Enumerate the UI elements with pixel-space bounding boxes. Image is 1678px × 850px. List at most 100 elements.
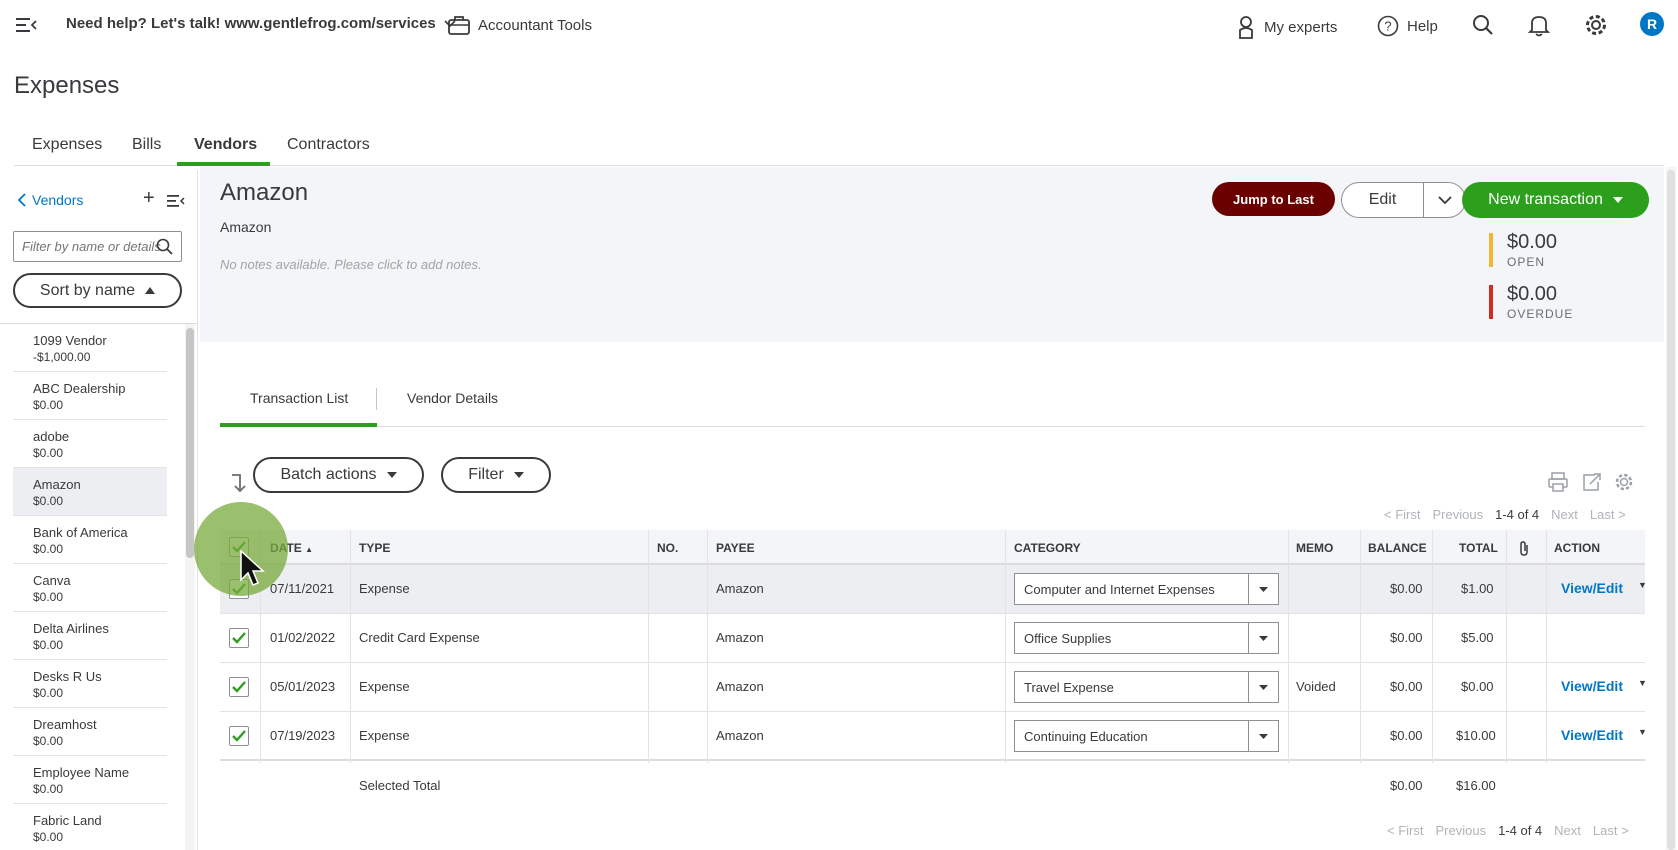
- export-icon[interactable]: [1582, 472, 1602, 495]
- edit-button[interactable]: Edit: [1341, 182, 1423, 218]
- col-payee-header[interactable]: PAYEE: [716, 541, 755, 555]
- vendor-name: Delta Airlines: [33, 621, 109, 636]
- vendor-notes[interactable]: No notes available. Please click to add …: [220, 257, 482, 272]
- tab-vendor-details[interactable]: Vendor Details: [407, 390, 498, 406]
- view-edit-link[interactable]: View/Edit: [1561, 678, 1623, 694]
- view-edit-link[interactable]: View/Edit: [1561, 580, 1623, 596]
- vendor-list-item[interactable]: ABC Dealership $0.00: [13, 372, 167, 420]
- help-company-dropdown[interactable]: Need help? Let's talk! www.gentlefrog.co…: [66, 15, 456, 32]
- vendor-sidebar: Vendors + Sort by name 1099 Vendor -$1,00…: [0, 170, 198, 850]
- vendor-balance: $0.00: [33, 494, 64, 508]
- help-button[interactable]: ? Help: [1377, 15, 1438, 37]
- menu-collapse-icon[interactable]: [16, 16, 38, 34]
- tab-contractors[interactable]: Contractors: [285, 136, 372, 167]
- pager-next[interactable]: Next: [1551, 507, 1578, 522]
- vendor-balance: $0.00: [33, 398, 64, 412]
- pager-last[interactable]: Last >: [1590, 507, 1626, 522]
- row-checkbox[interactable]: [229, 677, 249, 697]
- vendor-name: adobe: [33, 429, 70, 444]
- open-label: OPEN: [1507, 255, 1546, 269]
- jump-to-last-button[interactable]: Jump to Last: [1212, 182, 1335, 216]
- col-memo-header[interactable]: MEMO: [1296, 541, 1333, 555]
- vendor-list-item[interactable]: Employee Name $0.00: [13, 756, 167, 804]
- add-vendor-icon[interactable]: +: [143, 187, 155, 210]
- new-transaction-label: New transaction: [1488, 191, 1603, 208]
- pager-range: 1-4 of 4: [1498, 823, 1543, 838]
- vendor-list-item-selected[interactable]: Amazon $0.00: [13, 468, 167, 516]
- vendor-list-item[interactable]: 1099 Vendor -$1,000.00: [13, 324, 167, 372]
- column-separator: [350, 530, 351, 763]
- row-checkbox[interactable]: [229, 726, 249, 746]
- filter-button[interactable]: Filter: [441, 457, 551, 493]
- expand-arrow-icon[interactable]: [230, 473, 246, 496]
- print-icon[interactable]: [1548, 472, 1568, 495]
- category-value: Office Supplies: [1024, 631, 1112, 646]
- search-icon[interactable]: [1472, 14, 1494, 36]
- vendor-list-item[interactable]: adobe $0.00: [13, 420, 167, 468]
- list-options-icon[interactable]: [167, 194, 185, 211]
- vendor-balance: $0.00: [33, 638, 64, 652]
- vendor-balance: $0.00: [33, 590, 64, 604]
- vendor-balance: -$1,000.00: [33, 350, 91, 364]
- vendor-list-item[interactable]: Bank of America $0.00: [13, 516, 167, 564]
- row-checkbox[interactable]: [229, 628, 249, 648]
- row-action-caret-icon[interactable]: ▼: [1638, 727, 1647, 737]
- accountant-tools-button[interactable]: Accountant Tools: [448, 15, 592, 35]
- row-action-caret-icon[interactable]: ▼: [1638, 580, 1647, 590]
- back-label: Vendors: [32, 192, 84, 208]
- cell-balance: $0.00: [1390, 581, 1423, 596]
- tab-bills[interactable]: Bills: [130, 136, 163, 167]
- col-no-header[interactable]: NO.: [657, 541, 678, 555]
- pager-next[interactable]: Next: [1554, 823, 1581, 838]
- vendor-list-item[interactable]: Delta Airlines $0.00: [13, 612, 167, 660]
- search-icon[interactable]: [156, 238, 174, 259]
- vendor-name: Amazon: [33, 477, 81, 492]
- pager-first[interactable]: < First: [1384, 507, 1420, 522]
- page-scrollbar-thumb[interactable]: [1667, 170, 1675, 850]
- vendor-list-item[interactable]: Desks R Us $0.00: [13, 660, 167, 708]
- cell-date: 01/02/2022: [270, 630, 336, 645]
- view-edit-link[interactable]: View/Edit: [1561, 727, 1623, 743]
- bell-icon[interactable]: [1528, 13, 1550, 37]
- col-category-header[interactable]: CATEGORY: [1014, 541, 1081, 555]
- pager-previous[interactable]: Previous: [1435, 823, 1486, 838]
- my-experts-button[interactable]: My experts: [1236, 15, 1337, 39]
- pager-previous[interactable]: Previous: [1432, 507, 1483, 522]
- column-separator: [648, 530, 649, 763]
- chevron-down-icon: [1437, 195, 1452, 204]
- row-action-caret-icon[interactable]: ▼: [1638, 678, 1647, 688]
- tab-expenses[interactable]: Expenses: [30, 136, 104, 167]
- pager-last[interactable]: Last >: [1593, 823, 1629, 838]
- vendor-list-item[interactable]: Dreamhost $0.00: [13, 708, 167, 756]
- table-settings-gear-icon[interactable]: [1614, 472, 1634, 495]
- vendor-name: Dreamhost: [33, 717, 97, 732]
- vendor-list-item[interactable]: Canva $0.00: [13, 564, 167, 612]
- sort-label: Sort by name: [39, 281, 136, 299]
- vendor-balance: $0.00: [33, 782, 64, 796]
- sub-tabs-divider: [220, 426, 1645, 427]
- category-select[interactable]: Continuing Education: [1014, 720, 1279, 752]
- avatar[interactable]: R: [1640, 12, 1664, 36]
- new-transaction-button[interactable]: New transaction: [1462, 182, 1649, 218]
- column-separator: [1506, 530, 1507, 763]
- back-to-vendors-link[interactable]: Vendors: [18, 192, 83, 208]
- category-select[interactable]: Travel Expense: [1014, 671, 1279, 703]
- pager-first[interactable]: < First: [1387, 823, 1423, 838]
- filter-label: Filter: [468, 466, 504, 483]
- overdue-balance: $0.00 OVERDUE: [1489, 283, 1649, 321]
- col-total-header[interactable]: TOTAL: [1459, 541, 1498, 555]
- col-type-header[interactable]: TYPE: [359, 541, 390, 555]
- edit-dropdown-button[interactable]: [1423, 182, 1466, 218]
- vendor-name: Canva: [33, 573, 71, 588]
- col-balance-header[interactable]: BALANCE: [1368, 541, 1427, 555]
- vendor-name: ABC Dealership: [33, 381, 126, 396]
- vendor-list-item[interactable]: Fabric Land $0.00: [13, 804, 167, 850]
- cell-payee: Amazon: [716, 630, 764, 645]
- category-select[interactable]: Computer and Internet Expenses: [1014, 573, 1279, 605]
- tab-transaction-list[interactable]: Transaction List: [250, 390, 348, 406]
- category-select[interactable]: Office Supplies: [1014, 622, 1279, 654]
- gear-icon[interactable]: [1584, 13, 1608, 37]
- batch-actions-button[interactable]: Batch actions: [253, 457, 424, 493]
- sidebar-scrollbar-thumb[interactable]: [186, 328, 194, 558]
- sort-by-name-button[interactable]: Sort by name: [13, 273, 182, 308]
